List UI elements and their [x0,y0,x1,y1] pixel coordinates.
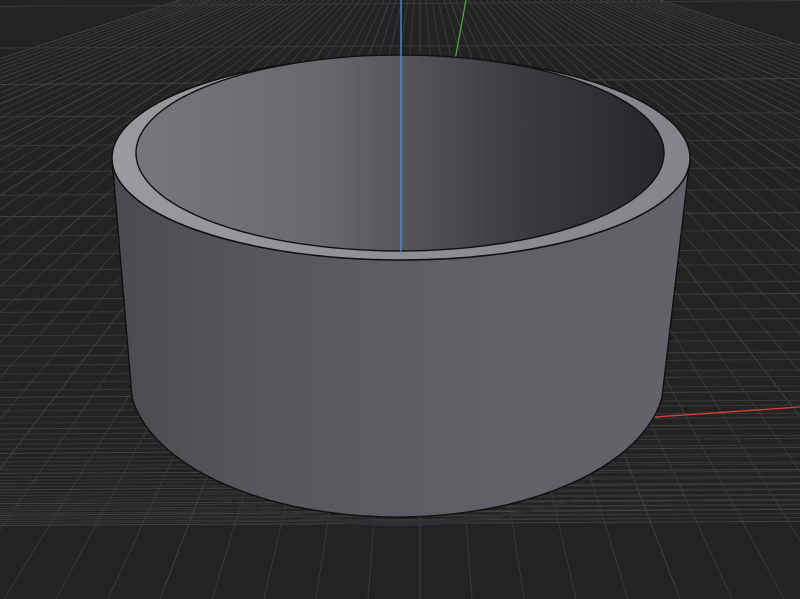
x-axis-line [639,406,800,419]
3d-viewport[interactable] [0,0,800,599]
grid-line [0,0,800,8]
viewport-canvas[interactable] [0,0,800,599]
cylinder-mesh[interactable] [111,0,691,526]
cylinder-inner-wall[interactable] [135,54,665,252]
